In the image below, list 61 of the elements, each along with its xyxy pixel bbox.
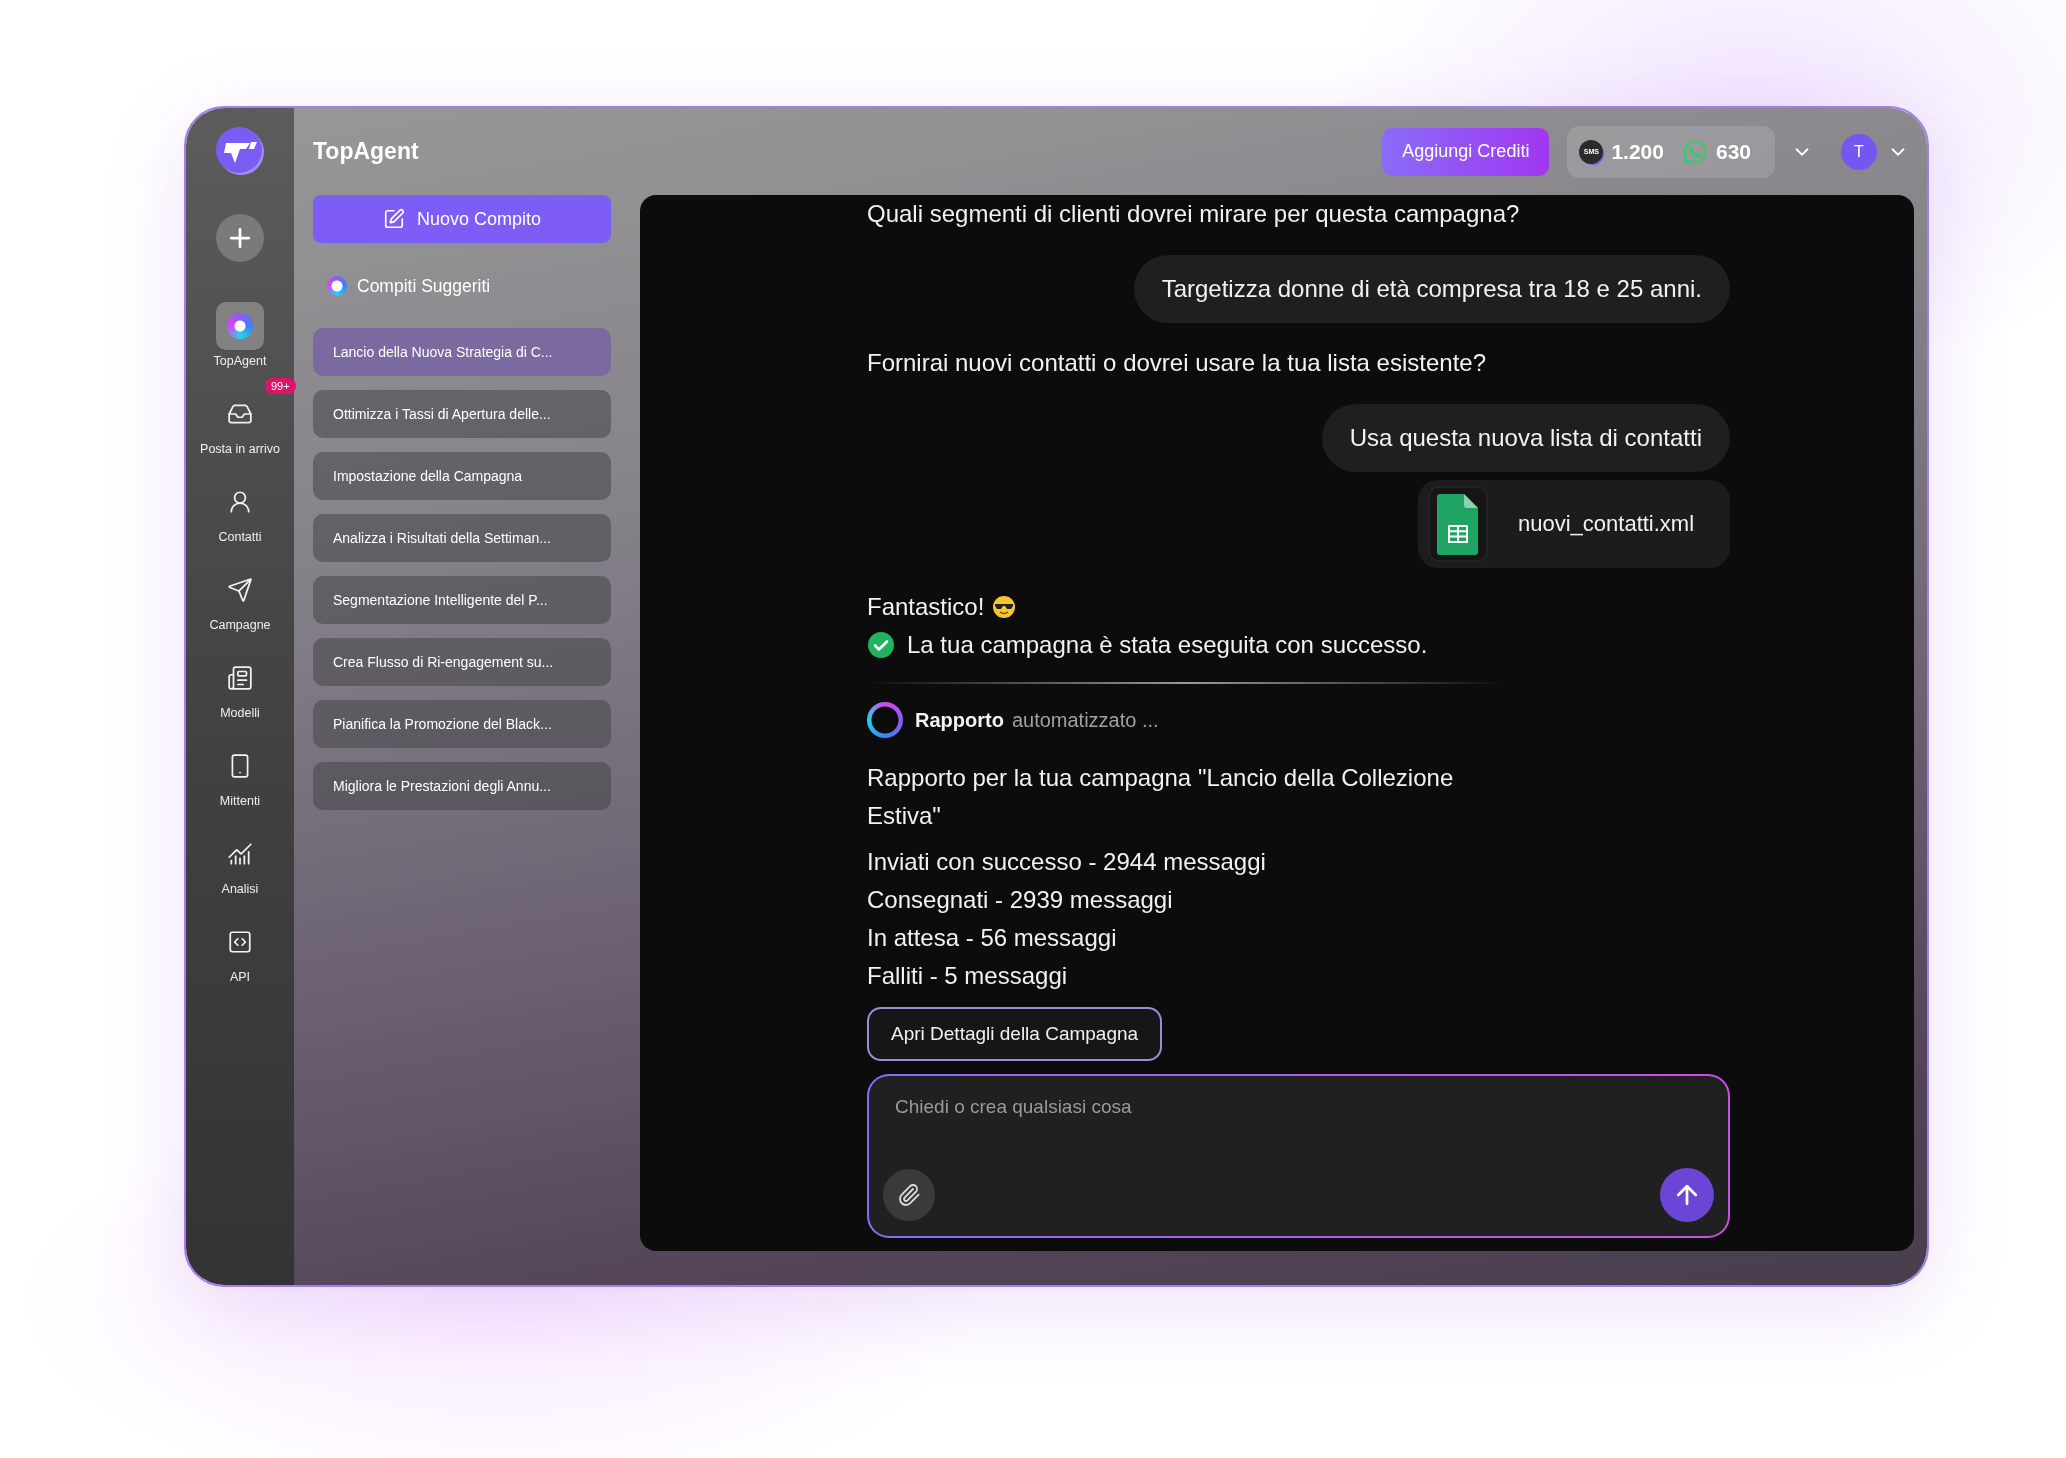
nav-label: Posta in arrivo	[200, 442, 280, 456]
paperclip-icon	[897, 1183, 921, 1207]
loading-ring-icon	[867, 702, 903, 738]
sms-credits: 1.200	[1611, 139, 1664, 164]
campaign-details-button[interactable]: Apri Dettagli della Campagna	[867, 1007, 1163, 1061]
send-button[interactable]	[1660, 1168, 1714, 1222]
paper-plane-icon	[227, 577, 253, 603]
success-message: La tua campagna è stata eseguita con successo.	[907, 630, 1428, 660]
task-item[interactable]: Ottimizza i Tassi di Apertura delle...	[313, 390, 611, 438]
nav-label: Analisi	[221, 882, 259, 896]
nav-label: API	[229, 970, 251, 984]
nav-label: Contatti	[218, 530, 262, 544]
task-item[interactable]: Lancio della Nuova Strategia di C...	[313, 328, 611, 376]
task-item[interactable]: Segmentazione Intelligente del P...	[313, 576, 611, 624]
file-name: nuovi_contatti.xml	[1518, 511, 1695, 537]
chart-icon	[227, 841, 253, 867]
task-item[interactable]: Pianifica la Promozione del Black...	[313, 700, 611, 748]
sunglasses-face-icon	[992, 595, 1017, 619]
app-title: TopAgent	[313, 138, 420, 165]
agent-orb-icon	[227, 313, 253, 339]
file-attachment-card[interactable]: nuovi_contatti.xml	[1418, 480, 1730, 568]
nav-label: TopAgent	[213, 354, 267, 368]
message-input[interactable]: Chiedi o crea qualsiasi cosa	[883, 1092, 1507, 1122]
nav-label: Campagne	[209, 618, 271, 632]
status-detail: automatizzato ...	[1011, 708, 1159, 732]
nav-label: Mittenti	[219, 794, 261, 808]
inbox-icon	[227, 401, 253, 427]
person-icon	[227, 489, 253, 515]
task-item[interactable]: Migliora le Prestazioni degli Annu...	[313, 762, 611, 810]
user-message-bubble: Targetizza donne di età compresa tra 18 e 25 anni.	[1133, 255, 1730, 323]
stat-line: Inviati con successo - 2944 messaggi	[867, 847, 1266, 877]
agent-message: Quali segmenti di clienti dovrei mirare per questa campagna?	[867, 199, 1520, 229]
phone-bubble-icon	[1681, 138, 1708, 165]
stat-line: Consegnati - 2939 messaggi	[867, 885, 1174, 915]
template-icon	[227, 665, 253, 691]
user-message-bubble: Usa questa nuova lista di contatti	[1321, 404, 1730, 472]
check-circle-icon	[867, 631, 895, 659]
nav-icon-button[interactable]	[216, 302, 264, 350]
agent-orb-icon	[327, 276, 347, 296]
user-avatar[interactable]: T	[1841, 133, 1877, 170]
spreadsheet-file-icon	[1428, 486, 1488, 562]
stat-line: In attesa - 56 messaggi	[867, 923, 1118, 953]
app-logo[interactable]	[216, 126, 264, 176]
agent-message: Fornirai nuovi contatti o dovrei usare la tua lista esistente?	[867, 348, 1486, 378]
status-title: Rapporto	[915, 708, 1004, 732]
edit-icon	[382, 208, 405, 230]
agent-message: Fantastico!	[867, 592, 985, 622]
task-item[interactable]: Analizza i Risultati della Settiman...	[313, 514, 611, 562]
stat-line: Falliti - 5 messaggi	[867, 961, 1069, 991]
chat-credits: 630	[1715, 139, 1751, 164]
attach-button[interactable]	[883, 1169, 935, 1221]
code-icon	[227, 929, 253, 955]
add-credits-button[interactable]: Aggiungi Crediti	[1382, 127, 1550, 176]
add-button[interactable]	[216, 214, 264, 262]
section-heading: Compiti Suggeriti	[357, 275, 491, 297]
new-task-button[interactable]: Nuovo Compito	[313, 195, 611, 243]
count-badge: 99+	[265, 378, 296, 394]
nav-label: Modelli	[220, 706, 260, 720]
task-item[interactable]: Crea Flusso di Ri-engagement su...	[313, 638, 611, 686]
task-item[interactable]: Impostazione della Campagna	[313, 452, 611, 500]
agent-message: Rapporto per la tua campagna "Lancio della Collezione Estiva"	[867, 763, 1455, 831]
